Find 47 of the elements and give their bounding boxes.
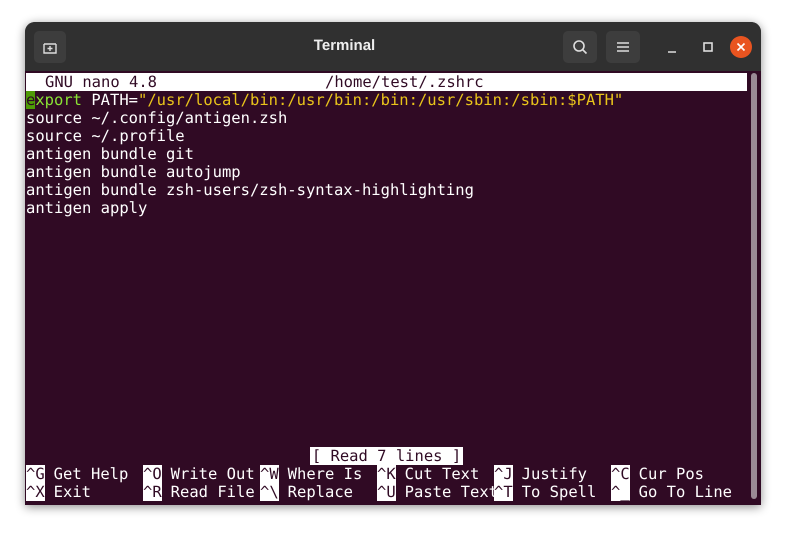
code-text: "/usr/local/bin:/usr/bin:/bin:/usr/sbin:/sbin:$PATH"	[138, 91, 624, 109]
shortcut-key: ^_	[611, 483, 630, 501]
code-text: antigen bundle zsh-users/zsh-syntax-highlighting	[26, 181, 474, 199]
text-cursor: e	[26, 91, 36, 109]
menu-button[interactable]	[606, 30, 640, 62]
search-button[interactable]	[563, 30, 597, 62]
shortcut-label: Exit	[52, 483, 91, 501]
shortcut-key: ^K	[377, 465, 396, 483]
shortcut-key: ^C	[611, 465, 630, 483]
shortcut-label: Cut Text	[404, 465, 480, 483]
maximize-icon	[703, 42, 713, 52]
shortcut-label: Write Out	[170, 465, 255, 483]
file-path: /home/test/.zshrc	[325, 73, 484, 91]
shortcut-key: ^W	[260, 465, 279, 483]
shortcut-label: Replace	[286, 483, 353, 501]
shortcut-label: Justify	[520, 465, 587, 483]
window-title: Terminal	[312, 36, 376, 56]
shortcut-key: ^U	[377, 483, 396, 501]
shortcut-label: Get Help	[52, 465, 128, 483]
shortcut-key: ^R	[143, 483, 162, 501]
shortcut-key: ^O	[143, 465, 162, 483]
shortcut-label: Cur Pos	[638, 465, 704, 483]
shortcut-key: ^X	[26, 483, 45, 501]
new-tab-button[interactable]	[34, 30, 66, 62]
shortcut-label: Where Is	[286, 465, 362, 483]
shortcut-key: ^\	[260, 483, 279, 501]
scrollbar-thumb[interactable]	[751, 73, 757, 499]
shortcut-label: To Spell	[520, 483, 596, 501]
search-icon	[572, 38, 588, 54]
shortcut-key: ^G	[26, 465, 45, 483]
code-text: source ~/.profile	[26, 127, 185, 145]
shortcut-label: Read File	[170, 483, 255, 501]
code-text: antigen apply	[26, 199, 148, 217]
close-icon	[736, 42, 746, 52]
shortcut-label: Go To Line	[638, 483, 732, 501]
status-message: [ Read 7 lines ]	[310, 447, 464, 465]
menu-icon	[616, 40, 630, 52]
code-text: antigen bundle git	[26, 145, 194, 163]
code-text: PATH=	[90, 91, 138, 109]
minimize-icon	[668, 50, 676, 52]
shortcut-key: ^T	[494, 483, 513, 501]
code-text: source ~/.config/antigen.zsh	[26, 109, 288, 127]
close-button[interactable]	[730, 36, 752, 58]
shortcut-key: ^J	[494, 465, 513, 483]
code-text: xport	[35, 91, 82, 109]
nano-version: GNU nano 4.8	[44, 73, 158, 91]
code-text: antigen bundle autojump	[26, 163, 241, 181]
